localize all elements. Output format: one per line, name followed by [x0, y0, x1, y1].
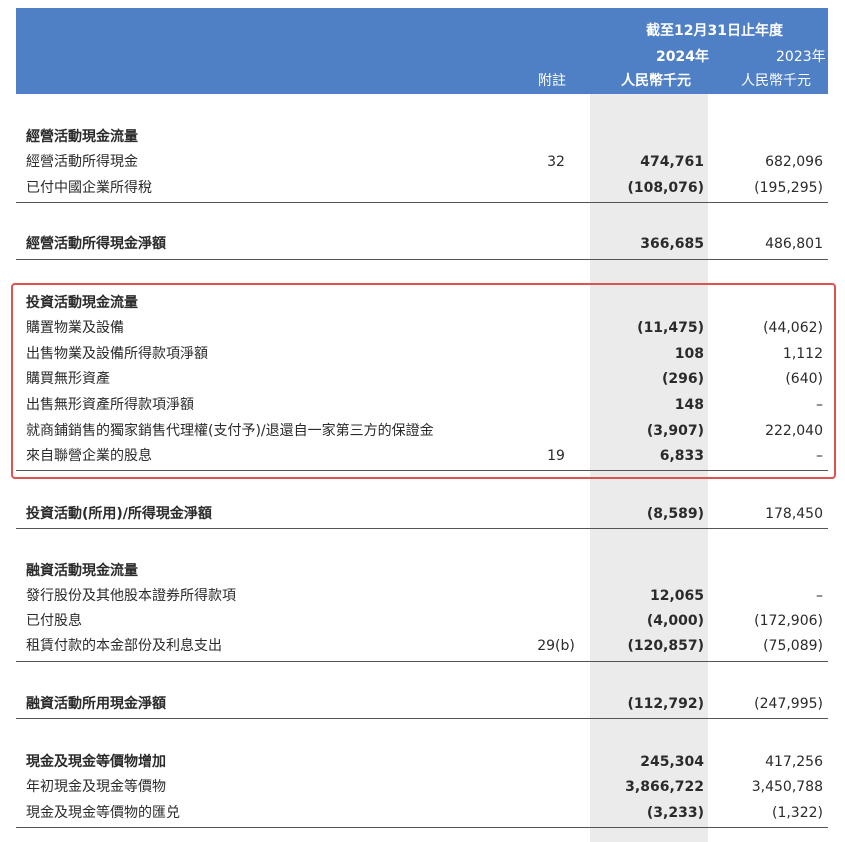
year-2024-label: 2024年: [656, 49, 709, 65]
section-heading-financing: 融資活動現金流量: [26, 563, 138, 579]
table-row: 年初現金及現金等價物 3,866,722 3,450,788: [26, 779, 823, 795]
table-row: 來自聯營企業的股息 19 6,833 –: [26, 448, 823, 464]
divider: [16, 661, 828, 662]
unit-2024-label: 人民幣千元: [621, 73, 691, 89]
divider: [16, 827, 828, 828]
divider: [16, 528, 828, 529]
section-heading-operating: 經營活動現金流量: [26, 129, 138, 145]
table-row: 出售無形資產所得款項淨額 148 –: [26, 397, 823, 413]
divider: [16, 470, 828, 471]
table-header: 截至12月31日止年度 2024年 2023年 附註 人民幣千元 人民幣千元: [16, 8, 828, 94]
year-2023-label: 2023年: [776, 49, 826, 65]
table-row: 出售物業及設備所得款項淨額 108 1,112: [26, 346, 823, 362]
table-row: 就商鋪銷售的獨家銷售代理權(支付予)/退還自一家第三方的保證金 (3,907) …: [26, 423, 823, 439]
table-row: 購買無形資產 (296) (640): [26, 371, 823, 387]
table-row: 現金及現金等價物的匯兑 (3,233) (1,322): [26, 805, 823, 821]
subtotal-row-financing: 融資活動所用現金淨額 (112,792) (247,995): [26, 696, 823, 712]
table-row: 發行股份及其他股本證券所得款項 12,065 –: [26, 588, 823, 604]
subtotal-row-operating: 經營活動所得現金淨額 366,685 486,801: [26, 236, 823, 252]
table-row: 租賃付款的本金部份及利息支出 29(b) (120,857) (75,089): [26, 638, 823, 654]
note-column-label: 附註: [538, 73, 566, 89]
divider: [16, 202, 828, 203]
total-row-cash-increase: 現金及現金等價物增加 245,304 417,256: [26, 754, 823, 770]
table-row: 購置物業及設備 (11,475) (44,062): [26, 320, 823, 336]
section-heading-investing: 投資活動現金流量: [26, 295, 138, 311]
period-label: 截至12月31日止年度: [646, 23, 783, 39]
unit-2023-label: 人民幣千元: [741, 73, 811, 89]
divider: [16, 718, 828, 719]
table-row: 經營活動所得現金 32 474,761 682,096: [26, 154, 823, 170]
subtotal-row-investing: 投資活動(所用)/所得現金淨額 (8,589) 178,450: [26, 506, 823, 522]
table-row: 已付股息 (4,000) (172,906): [26, 613, 823, 629]
table-row: 已付中國企業所得稅 (108,076) (195,295): [26, 180, 823, 196]
divider: [16, 259, 828, 260]
